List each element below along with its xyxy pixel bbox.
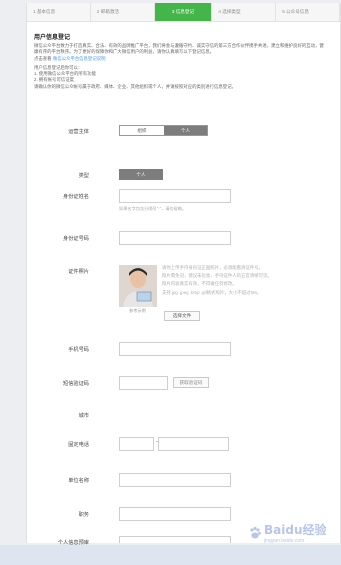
id-photo-label: 证件照片	[68, 269, 89, 275]
photo-hint-3: 照片内容真实有效，不得做任何修改。	[162, 281, 237, 287]
photo-requirements: 请你上传手持身份证正面照片，必须能看清证件号。 照片需免冠，建议未化妆，手持证件…	[162, 264, 312, 297]
watermark-text: Baidu经验	[264, 523, 327, 537]
step-5: 5 公众号信息	[276, 3, 340, 21]
sms-code-input[interactable]	[119, 376, 168, 390]
intro-text: 微信公众平台致力于打造真实、合法、有效的品牌推广平台，我们将会与遵循守约、诚实守…	[34, 43, 324, 90]
section-title: 用户信息登记	[34, 35, 71, 41]
details-prefix: 点击查看	[34, 55, 53, 61]
id-number-label: 身份证号码	[63, 236, 89, 242]
confirm-text: 请确认你的微信公众帐号属于政府、媒体、企业、其他组织或个人，并请按照对应的类别进…	[34, 83, 236, 89]
step-4: 4 选择类型	[212, 3, 277, 21]
details-link[interactable]: 微信公众平台信息登记说明	[53, 56, 106, 61]
id-number-input[interactable]	[119, 231, 231, 245]
entity-selector: 组织 个人	[119, 125, 208, 136]
landline-label: 固定电话	[68, 442, 89, 448]
paw-icon	[250, 526, 261, 538]
step-1: 1 基本信息	[27, 3, 91, 21]
entity-option-individual[interactable]: 个人	[164, 126, 207, 135]
id-name-hint: 如果名字包含分隔号"·"，请勿省略。	[119, 206, 187, 211]
intro-paragraph: 微信公众平台致力于打造真实、合法、有效的品牌推广平台，我们将会与遵循守约、诚实守…	[34, 43, 324, 55]
sample-caption: 参考示例	[129, 308, 146, 313]
company-input[interactable]	[119, 473, 231, 487]
id-name-input[interactable]	[119, 189, 231, 203]
entity-label: 运营主体	[68, 129, 89, 135]
sms-code-label: 短信验证码	[63, 381, 89, 387]
position-input[interactable]	[119, 507, 231, 521]
photo-hint-2: 照片需免冠，建议未化妆，手持证件人的五官清晰可见。	[162, 273, 272, 279]
step-3-active: 3 信息登记	[154, 3, 213, 21]
landline-area-input[interactable]	[119, 437, 154, 451]
entity-option-organization[interactable]: 组织	[120, 126, 164, 135]
sample-photo	[119, 265, 157, 307]
choose-file-button[interactable]: 选择文件	[164, 311, 200, 321]
registration-page: 1 基本信息 2 邮箱激活 3 信息登记 4 选择类型 5 公众号信息 用户信息…	[26, 3, 341, 546]
type-label: 类型	[78, 173, 89, 179]
photo-hint-1: 请你上传手持身份证正面照片，必须能看清证件号。	[162, 265, 263, 270]
step-2: 2 邮箱激活	[90, 3, 155, 21]
city-label: 城市	[78, 413, 89, 419]
company-label: 单位名称	[68, 478, 89, 484]
baidu-watermark: Baidu经验 jingyan.baidu.com	[248, 521, 327, 544]
phone-input[interactable]	[119, 342, 231, 356]
photo-hint-4: 支持.jpg .jpeg .bmp .gif格式照片，大小不超过5M。	[162, 289, 262, 295]
type-value: 个人	[119, 169, 163, 180]
extra-input[interactable]	[119, 536, 231, 543]
position-label: 职务	[78, 512, 89, 518]
landline-number-input[interactable]	[158, 437, 229, 451]
phone-label: 手机号码	[68, 347, 89, 353]
get-code-button[interactable]: 获取验证码	[173, 377, 209, 388]
watermark-subtext: jingyan.baidu.com	[264, 538, 305, 544]
step-progress-bar: 1 基本信息 2 邮箱激活 3 信息登记 4 选择类型 5 公众号信息	[27, 3, 340, 22]
id-name-label: 身份证姓名	[63, 194, 89, 200]
sample-person-icon	[119, 265, 157, 307]
browser-bottom-bar	[0, 545, 341, 565]
